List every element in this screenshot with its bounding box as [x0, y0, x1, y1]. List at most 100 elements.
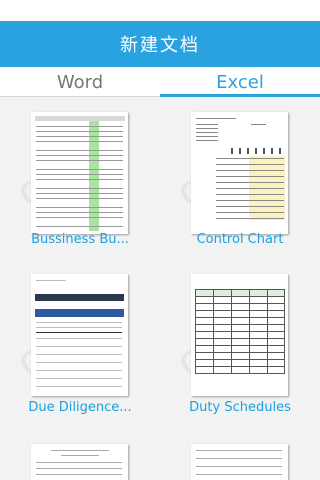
- row-line: [36, 207, 123, 208]
- grid-line: [195, 310, 284, 311]
- template-card-control-chart[interactable]: Control Chart: [160, 98, 320, 258]
- grid-line: [195, 289, 284, 290]
- grid-line: [195, 303, 284, 304]
- column-marker: [231, 148, 233, 154]
- grid-line: [195, 317, 284, 318]
- text-line: [196, 136, 218, 137]
- row-line: [216, 164, 284, 165]
- row-line: [36, 198, 123, 199]
- row-line: [36, 169, 123, 170]
- grid-line: [195, 331, 284, 332]
- active-tab-indicator: [160, 94, 320, 97]
- text-line: [196, 124, 218, 125]
- text-line: [36, 378, 122, 379]
- row-line: [36, 226, 123, 227]
- row-line: [36, 150, 123, 151]
- thumbnail-control-chart: [191, 112, 288, 234]
- column-marker: [255, 148, 257, 154]
- column-marker: [271, 148, 273, 154]
- grid-line: [195, 359, 284, 360]
- column-marker: [247, 148, 249, 154]
- text-line: [36, 474, 122, 475]
- text-line: [36, 280, 66, 281]
- text-line: [36, 354, 122, 355]
- text-line: [196, 458, 282, 459]
- text-line: [36, 346, 122, 347]
- tab-bar: Word Excel: [0, 67, 320, 97]
- text-line: [196, 474, 282, 475]
- thumbnail-business-budget: [31, 112, 128, 234]
- template-grid[interactable]: office office office office Bussiness Bu: [0, 98, 320, 480]
- template-card-partial[interactable]: [0, 434, 160, 480]
- text-line: [196, 450, 282, 451]
- thumbnail-partial: [191, 444, 288, 480]
- text-line: [36, 386, 122, 387]
- page-title: 新建文档: [120, 35, 200, 56]
- text-line: [36, 468, 122, 469]
- grid-line: [195, 366, 284, 367]
- row-line: [36, 217, 123, 218]
- column-marker: [263, 148, 265, 154]
- grid-line: [213, 289, 214, 374]
- row-line: [36, 212, 123, 213]
- row-line: [36, 193, 123, 194]
- text-line: [196, 140, 218, 141]
- tab-excel[interactable]: Excel: [160, 67, 320, 97]
- row-line: [36, 131, 123, 132]
- row-line: [216, 206, 284, 207]
- template-card-duty-schedules[interactable]: Duty Schedules: [160, 260, 320, 420]
- row-line: [36, 136, 123, 137]
- header-band: [35, 294, 124, 301]
- row-line: [216, 158, 284, 159]
- row-line: [36, 160, 123, 161]
- grid-line: [195, 338, 284, 339]
- grid-line: [195, 373, 284, 374]
- thumbnail-duty-schedules: [191, 274, 288, 396]
- section-header: [35, 309, 124, 317]
- column-marker: [239, 148, 241, 154]
- grid-line: [231, 289, 232, 374]
- row-line: [216, 218, 284, 219]
- text-line: [196, 118, 236, 119]
- row-line: [36, 179, 123, 180]
- grid-line: [284, 289, 285, 374]
- tab-word[interactable]: Word: [0, 67, 160, 97]
- text-line: [36, 327, 122, 328]
- text-line: [36, 338, 122, 339]
- table-header: [195, 289, 284, 296]
- row-line: [216, 176, 284, 177]
- row-line: [216, 212, 284, 213]
- template-label: Control Chart: [196, 232, 284, 247]
- grid-line: [195, 289, 196, 374]
- template-card-due-diligence[interactable]: Due Diligence...: [0, 260, 160, 420]
- row-line: [216, 194, 284, 195]
- row-line: [216, 170, 284, 171]
- grid-line: [195, 324, 284, 325]
- text-line: [36, 370, 122, 371]
- row-line: [36, 155, 123, 156]
- text-line: [196, 466, 282, 467]
- row-line: [36, 141, 123, 142]
- text-line: [36, 322, 122, 323]
- thumbnail-due-diligence: [31, 274, 128, 396]
- template-card-partial[interactable]: [160, 434, 320, 480]
- text-line: [196, 132, 218, 133]
- row-line: [216, 200, 284, 201]
- text-line: [251, 124, 266, 125]
- grid-line: [267, 289, 268, 374]
- text-line: [36, 362, 122, 363]
- template-label: Duty Schedules: [189, 400, 291, 415]
- row-line: [36, 126, 123, 127]
- column-marker: [279, 148, 281, 154]
- text-line: [36, 462, 122, 463]
- grid-line: [195, 296, 284, 297]
- text-line: [196, 128, 218, 129]
- template-card-business-budget[interactable]: Bussiness Bu...: [0, 98, 160, 258]
- status-bar: [0, 0, 320, 21]
- grid-line: [195, 345, 284, 346]
- template-label: Due Diligence...: [28, 400, 132, 415]
- grid-line: [195, 352, 284, 353]
- text-line: [36, 332, 122, 333]
- row-line: [216, 182, 284, 183]
- thumbnail-partial: [31, 444, 128, 480]
